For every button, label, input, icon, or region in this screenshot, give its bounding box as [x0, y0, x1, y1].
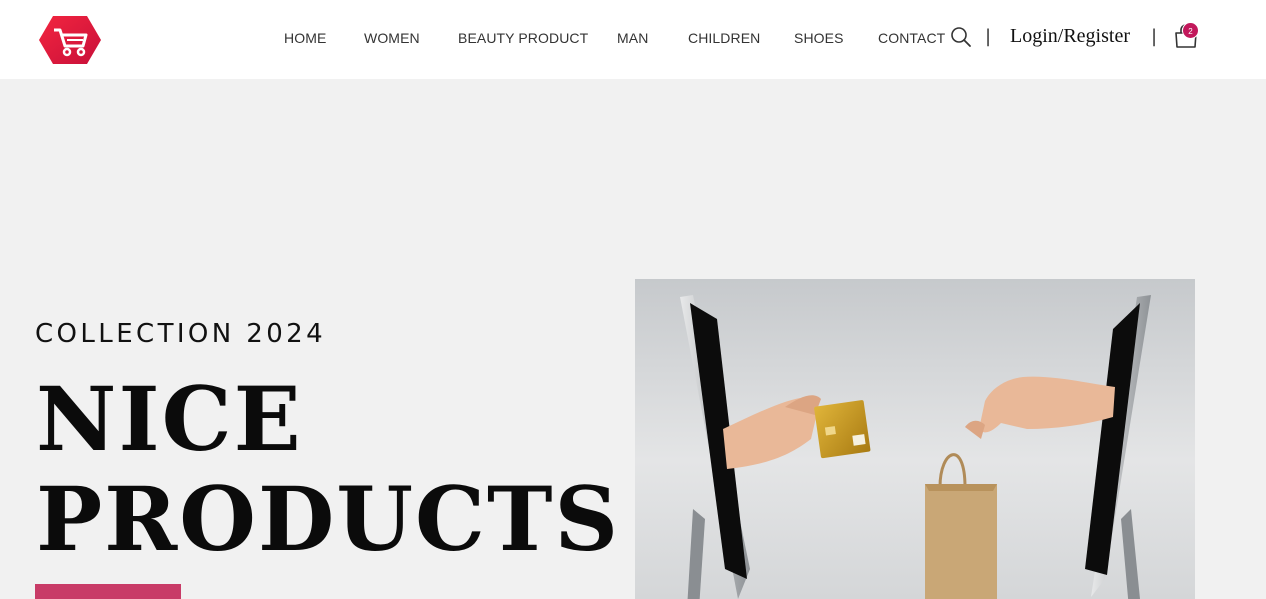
nav-women[interactable]: WOMEN	[364, 30, 420, 46]
site-header: HOME WOMEN BEAUTY PRODUCT MAN CHILDREN S…	[0, 0, 1266, 79]
login-register-link[interactable]: Login/Register	[1010, 25, 1130, 48]
hero-title: NICE PRODUCTS	[36, 369, 620, 569]
search-icon[interactable]	[950, 26, 972, 48]
header-separator: |	[985, 26, 992, 47]
nav-beauty-product[interactable]: BEAUTY PRODUCT	[458, 30, 588, 46]
shopping-cart-logo-icon[interactable]	[37, 14, 103, 66]
header-separator: |	[1151, 26, 1158, 47]
nav-home[interactable]: HOME	[284, 30, 326, 46]
nav-man[interactable]: MAN	[617, 30, 648, 46]
hero-title-line: PRODUCTS	[36, 467, 621, 571]
cart-count-badge: 2	[1182, 22, 1199, 39]
nav-shoes[interactable]: SHOES	[794, 30, 844, 46]
shop-now-button[interactable]	[35, 584, 181, 599]
nav-children[interactable]: CHILDREN	[688, 30, 760, 46]
nav-contact[interactable]: CONTACT	[878, 30, 945, 46]
hero-subtitle: COLLECTION 2024	[35, 319, 327, 349]
online-shopping-hero-image	[635, 279, 1195, 599]
hero-title-line: NICE	[36, 367, 303, 471]
